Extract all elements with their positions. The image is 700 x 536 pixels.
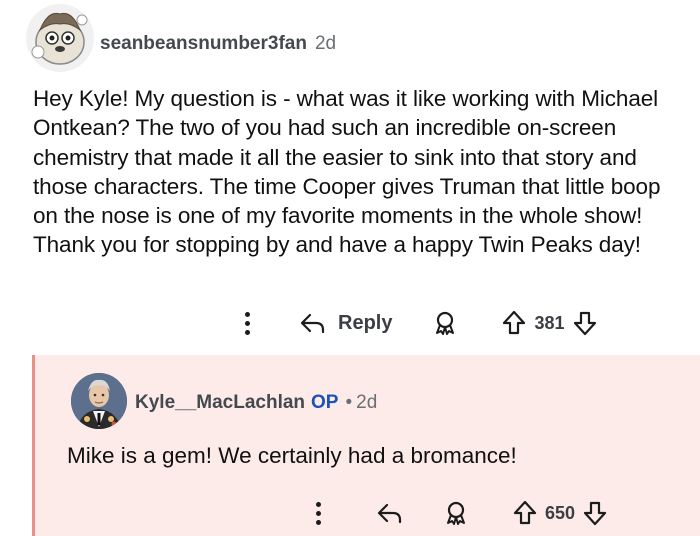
award-button[interactable] [432, 310, 458, 336]
reply-button[interactable]: Reply [300, 312, 392, 335]
downvote-icon [573, 311, 596, 336]
downvote-button[interactable] [573, 310, 597, 336]
downvote-icon [583, 501, 607, 526]
user-avatar[interactable] [26, 4, 94, 72]
reply-label: Reply [338, 311, 393, 334]
upvote-button[interactable] [513, 500, 537, 526]
vote-count: 381 [534, 312, 565, 333]
reply-meta: Kyle__MacLachlan OP • 2d [135, 392, 377, 414]
comment-actions: Reply 381 [244, 310, 597, 336]
username[interactable]: seanbeansnumber3fan [100, 33, 307, 54]
reply-arrow-icon [377, 503, 402, 524]
comment-age: 2d [314, 33, 337, 54]
upvote-icon [513, 500, 537, 525]
avatar-photo [71, 373, 127, 429]
comment-body: Hey Kyle! My question is - what was it l… [33, 86, 661, 258]
downvote-button[interactable] [583, 500, 607, 526]
reply-username[interactable]: Kyle__MacLachlan [135, 392, 305, 413]
upvote-button[interactable] [502, 310, 526, 336]
award-button[interactable] [443, 500, 469, 526]
more-icon[interactable] [244, 311, 250, 335]
more-icon[interactable] [315, 501, 321, 525]
reply-comment: Kyle__MacLachlan OP • 2d Mike is a gem! We … [32, 355, 700, 536]
reply-button[interactable] [377, 502, 403, 524]
reply-arrow-icon [300, 313, 325, 334]
vote-count: 650 [545, 502, 576, 523]
award-icon [436, 311, 455, 335]
reply-avatar[interactable] [71, 373, 127, 429]
meta-separator: • [345, 392, 353, 413]
reply-age: 2d [356, 392, 378, 413]
award-icon [447, 501, 465, 525]
upvote-icon [503, 310, 526, 335]
reply-actions: 650 [315, 500, 607, 526]
op-badge: OP [311, 392, 339, 413]
comment-meta: seanbeansnumber3fan 2d [100, 33, 336, 55]
reply-body: Mike is a gem! We certainly had a broman… [67, 443, 517, 468]
avatar-illustration [26, 4, 94, 72]
